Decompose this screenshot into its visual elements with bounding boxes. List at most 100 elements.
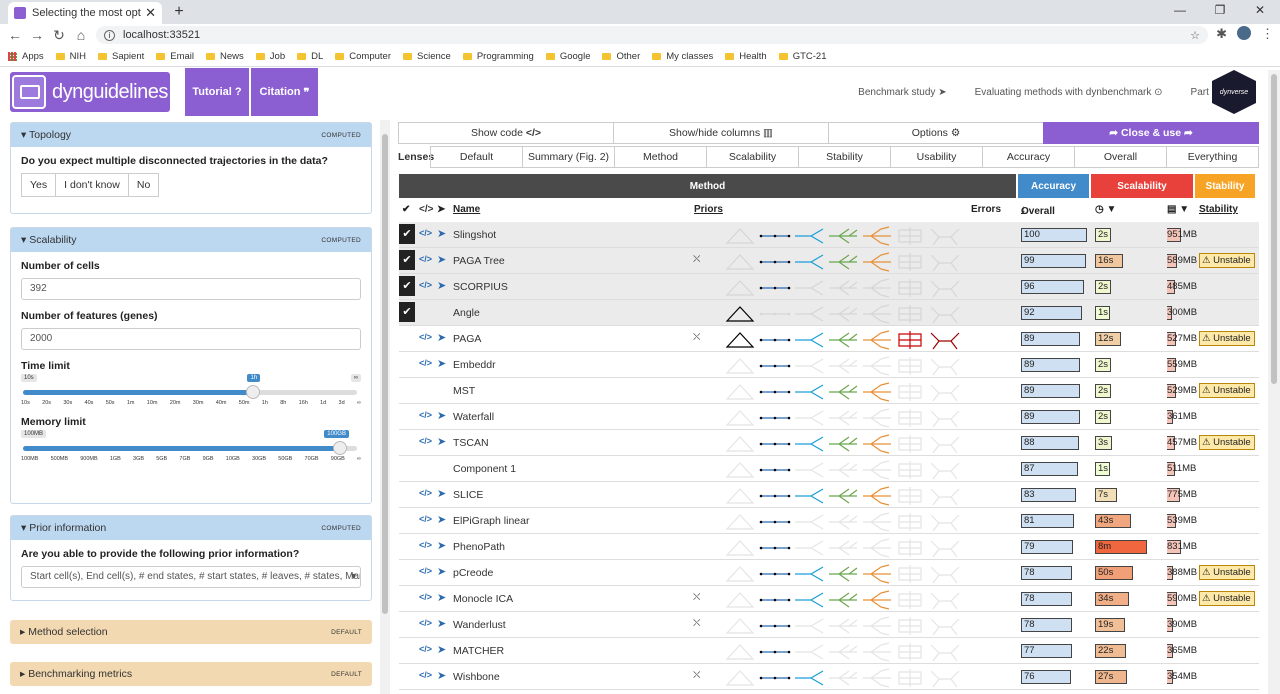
bookmark-star-icon[interactable]: ☆ bbox=[1190, 29, 1200, 42]
left-scrollbar[interactable] bbox=[380, 120, 390, 694]
plane-icon[interactable]: ➤ bbox=[437, 409, 446, 422]
lens-accuracy[interactable]: Accuracy bbox=[982, 146, 1075, 168]
clock-icon[interactable]: ◷ ▼ bbox=[1095, 204, 1116, 215]
table-row[interactable]: Component 1 87 1s 511MB bbox=[399, 456, 1259, 482]
table-row[interactable]: ✔ </> ➤ Slingshot 100 2s 951MB bbox=[399, 222, 1259, 248]
bookmark-programming[interactable]: Programming bbox=[462, 51, 534, 62]
lens-usability[interactable]: Usability bbox=[890, 146, 983, 168]
plane-icon[interactable]: ➤ bbox=[437, 513, 446, 526]
citation-button[interactable]: Citation ❞ bbox=[251, 68, 318, 116]
code-icon[interactable]: </> bbox=[419, 332, 432, 342]
code-icon[interactable]: </> bbox=[419, 254, 432, 264]
lens-default[interactable]: Default bbox=[430, 146, 523, 168]
checkmark-icon[interactable]: ✔ bbox=[399, 250, 415, 270]
table-row[interactable]: ✔ Angle 92 1s 300MB bbox=[399, 300, 1259, 326]
bookmark-computer[interactable]: Computer bbox=[335, 51, 391, 62]
bookmark-email[interactable]: Email bbox=[156, 51, 194, 62]
bookmark-gtc-21[interactable]: GTC-21 bbox=[778, 51, 827, 62]
priors-column-header[interactable]: Priors bbox=[694, 204, 723, 215]
lens-overall[interactable]: Overall bbox=[1074, 146, 1167, 168]
code-icon[interactable]: </> bbox=[419, 436, 432, 446]
show-hide-columns-button[interactable]: Show/hide columns ▥ bbox=[613, 122, 829, 144]
lens-stability[interactable]: Stability bbox=[798, 146, 891, 168]
table-row[interactable]: </> ➤ Waterfall 89 2s 361MB bbox=[399, 404, 1259, 430]
lens-everything[interactable]: Everything bbox=[1166, 146, 1259, 168]
scalability-header[interactable]: ▾ Scalability COMPUTED bbox=[11, 228, 371, 252]
bookmark-health[interactable]: Health bbox=[725, 51, 767, 62]
memory-icon[interactable]: ▤ ▼ bbox=[1167, 204, 1189, 215]
app-logo[interactable]: dynguidelines bbox=[10, 72, 170, 112]
code-icon[interactable]: </> bbox=[419, 540, 432, 550]
time-limit-slider[interactable]: 10s 1h ∞ 10s 20s 30s 40s 50s 1m 10m 20m 30m 40m 50… bbox=[21, 374, 361, 410]
plane-icon[interactable]: ➤ bbox=[437, 617, 446, 630]
reload-icon[interactable]: ↻ bbox=[48, 27, 70, 44]
forward-icon[interactable]: → bbox=[26, 27, 48, 43]
checkmark-icon[interactable]: ✔ bbox=[399, 276, 415, 296]
features-input[interactable]: 2000 bbox=[21, 328, 361, 350]
code-icon[interactable]: </> bbox=[419, 644, 432, 654]
bookmark-other[interactable]: Other bbox=[602, 51, 640, 62]
table-row[interactable]: </> ➤ ElPiGraph linear 81 43s 539MB bbox=[399, 508, 1259, 534]
close-window-icon[interactable]: ✕ bbox=[1240, 0, 1280, 22]
yes-button[interactable]: Yes bbox=[21, 173, 57, 197]
time-slider-handle[interactable] bbox=[246, 385, 261, 399]
code-icon[interactable]: </> bbox=[419, 280, 432, 290]
table-row[interactable]: </> ➤ Monocle ICA ⛌ 78 34s 590MB ⚠ Unstable bbox=[399, 586, 1259, 612]
plane-icon[interactable]: ➤ bbox=[437, 227, 446, 240]
options-button[interactable]: Options ⚙ bbox=[828, 122, 1044, 144]
info-icon[interactable]: i bbox=[104, 29, 115, 41]
benchmark-study-link[interactable]: Benchmark study ➤ bbox=[858, 87, 946, 98]
browser-tab[interactable]: Selecting the most optimal TI me ✕ bbox=[8, 2, 162, 24]
bookmark-my-classes[interactable]: My classes bbox=[652, 51, 713, 62]
tutorial-button[interactable]: Tutorial ? bbox=[185, 68, 249, 116]
table-row[interactable]: MST 89 2s 529MB ⚠ Unstable bbox=[399, 378, 1259, 404]
bookmark-nih[interactable]: NIH bbox=[55, 51, 86, 62]
code-icon[interactable]: </> bbox=[419, 410, 432, 420]
code-icon[interactable]: </> bbox=[419, 358, 432, 368]
table-row[interactable]: </> ➤ MATCHER 77 22s 365MB bbox=[399, 638, 1259, 664]
bookmark-dl[interactable]: DL bbox=[297, 51, 323, 62]
menu-icon[interactable]: ⋮ bbox=[1261, 26, 1274, 42]
code-icon[interactable]: </> bbox=[419, 670, 432, 680]
table-row[interactable]: </> ➤ pCreode 78 50s 388MB ⚠ Unstable bbox=[399, 560, 1259, 586]
overall-column-header[interactable]: Overall ↓ bbox=[1021, 204, 1055, 217]
bookmark-science[interactable]: Science bbox=[403, 51, 451, 62]
code-icon[interactable]: </> bbox=[419, 566, 432, 576]
table-row[interactable]: </> ➤ PAGA ⛌ 89 12s 527MB ⚠ Unstable bbox=[399, 326, 1259, 352]
table-row[interactable]: </> ➤ TSCAN 88 3s 457MB ⚠ Unstable bbox=[399, 430, 1259, 456]
prior-select[interactable]: Start cell(s), End cell(s), # end states… bbox=[21, 566, 361, 588]
back-icon[interactable]: ← bbox=[4, 27, 26, 43]
plane-icon[interactable]: ➤ bbox=[437, 279, 446, 292]
method-selection-header[interactable]: ▸ Method selection DEFAULT bbox=[10, 620, 372, 644]
plane-icon[interactable]: ➤ bbox=[437, 669, 446, 682]
table-row[interactable]: </> ➤ Wishbone ⛌ 76 27s 354MB bbox=[399, 664, 1259, 690]
table-row[interactable]: ✔ </> ➤ PAGA Tree ⛌ 99 16s 589MB ⚠ Unstable bbox=[399, 248, 1259, 274]
no-button[interactable]: No bbox=[127, 173, 160, 197]
close-tab-icon[interactable]: ✕ bbox=[145, 5, 156, 21]
table-row[interactable]: </> ➤ Embeddr 89 2s 559MB bbox=[399, 352, 1259, 378]
lens-summary-fig-2-[interactable]: Summary (Fig. 2) bbox=[522, 146, 615, 168]
stability-column-header[interactable]: Stability bbox=[1199, 204, 1238, 215]
table-row[interactable]: ✔ </> ➤ SCORPIUS 96 2s 485MB bbox=[399, 274, 1259, 300]
code-icon[interactable]: </> bbox=[419, 592, 432, 602]
show-code-button[interactable]: Show code </> bbox=[398, 122, 614, 144]
bookmark-news[interactable]: News bbox=[206, 51, 244, 62]
close-use-button[interactable]: ➦ Close & use ➦ bbox=[1043, 122, 1259, 144]
bookmark-google[interactable]: Google bbox=[545, 51, 590, 62]
dont-know-button[interactable]: I don't know bbox=[55, 173, 129, 197]
code-icon[interactable]: </> bbox=[419, 488, 432, 498]
bookmark-job[interactable]: Job bbox=[255, 51, 285, 62]
page-scrollbar[interactable] bbox=[1268, 70, 1280, 694]
cells-input[interactable]: 392 bbox=[21, 278, 361, 300]
new-tab-button[interactable]: + bbox=[170, 3, 188, 21]
code-icon[interactable]: </> bbox=[419, 514, 432, 524]
errors-column-header[interactable]: Errors bbox=[971, 204, 1001, 215]
home-icon[interactable]: ⌂ bbox=[70, 27, 92, 43]
lens-method[interactable]: Method bbox=[614, 146, 707, 168]
plane-icon[interactable]: ➤ bbox=[437, 643, 446, 656]
memory-slider-handle[interactable] bbox=[333, 441, 348, 455]
bookmark-sapient[interactable]: Sapient bbox=[98, 51, 144, 62]
plane-icon[interactable]: ➤ bbox=[437, 435, 446, 448]
plane-icon[interactable]: ➤ bbox=[437, 487, 446, 500]
benchmarking-header[interactable]: ▸ Benchmarking metrics DEFAULT bbox=[10, 662, 372, 686]
